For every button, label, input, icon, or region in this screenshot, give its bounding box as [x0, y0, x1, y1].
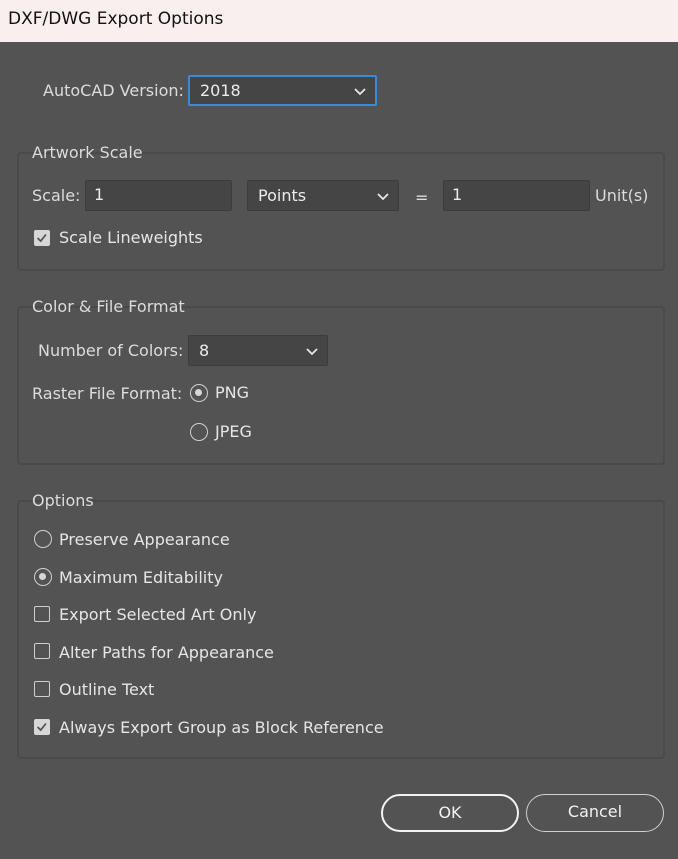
scale-label: Scale:	[32, 186, 81, 205]
alter-paths-label[interactable]: Alter Paths for Appearance	[59, 643, 274, 662]
preserve-appearance-label[interactable]: Preserve Appearance	[59, 530, 230, 549]
artwork-scale-group	[17, 152, 665, 271]
number-of-colors-value: 8	[199, 341, 210, 360]
maximum-editability-label[interactable]: Maximum Editability	[59, 568, 223, 587]
ok-button[interactable]: OK	[381, 794, 519, 832]
alter-paths-checkbox[interactable]	[34, 643, 50, 659]
scale-lineweights-label[interactable]: Scale Lineweights	[59, 228, 203, 247]
chevron-down-icon	[306, 348, 318, 356]
preserve-appearance-radio[interactable]	[34, 530, 52, 548]
autocad-version-select[interactable]: 2018	[188, 75, 377, 106]
scale-input[interactable]: 1	[85, 180, 232, 211]
raster-format-label: Raster File Format:	[32, 384, 183, 403]
cancel-button[interactable]: Cancel	[526, 794, 664, 832]
always-block-checkbox[interactable]	[34, 719, 50, 735]
cancel-button-label: Cancel	[567, 802, 623, 821]
unit-input[interactable]: 1	[443, 180, 590, 211]
units-value: Points	[258, 186, 307, 205]
number-of-colors-label: Number of Colors:	[38, 341, 184, 360]
window-title: DXF/DWG Export Options	[8, 9, 224, 29]
export-selected-label[interactable]: Export Selected Art Only	[59, 605, 256, 624]
checkmark-icon	[37, 722, 47, 732]
png-radio[interactable]	[190, 384, 208, 402]
number-of-colors-select[interactable]: 8	[188, 335, 328, 366]
chevron-down-icon	[354, 88, 366, 96]
artwork-scale-title: Artwork Scale	[32, 143, 143, 162]
scale-lineweights-checkbox[interactable]	[34, 230, 50, 246]
title-bar: DXF/DWG Export Options	[0, 0, 678, 42]
units-select[interactable]: Points	[247, 180, 399, 211]
outline-text-label[interactable]: Outline Text	[59, 680, 154, 699]
equals-sign: =	[415, 188, 429, 207]
autocad-version-label: AutoCAD Version:	[43, 81, 184, 100]
png-label[interactable]: PNG	[215, 383, 249, 402]
unit-input-value: 1	[452, 185, 463, 204]
jpeg-label[interactable]: JPEG	[215, 422, 252, 441]
jpeg-radio[interactable]	[190, 423, 208, 441]
color-format-title: Color & File Format	[32, 297, 185, 316]
checkmark-icon	[37, 233, 47, 243]
export-selected-checkbox[interactable]	[34, 606, 50, 622]
ok-button-label: OK	[438, 803, 462, 822]
outline-text-checkbox[interactable]	[34, 681, 50, 697]
always-block-label[interactable]: Always Export Group as Block Reference	[59, 718, 384, 737]
autocad-version-value: 2018	[200, 81, 241, 100]
chevron-down-icon	[377, 193, 389, 201]
maximum-editability-radio[interactable]	[34, 568, 52, 586]
scale-input-value: 1	[94, 185, 105, 204]
options-title: Options	[32, 491, 94, 510]
units-suffix-label: Unit(s)	[595, 186, 649, 205]
